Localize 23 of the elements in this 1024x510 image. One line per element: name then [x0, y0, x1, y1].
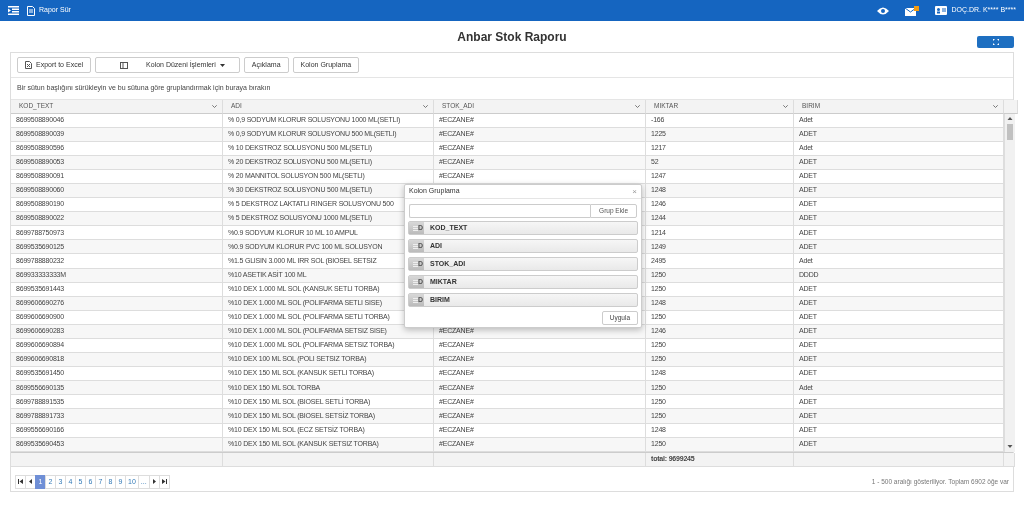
- chevron-icon[interactable]: [783, 104, 788, 108]
- chevron-icon[interactable]: [423, 104, 428, 108]
- last-page-icon: [161, 479, 167, 485]
- caret-icon: [219, 63, 225, 67]
- id-card-icon: [935, 6, 948, 15]
- close-button[interactable]: ×: [632, 187, 637, 196]
- columns-icon: [120, 61, 129, 69]
- menu-icon[interactable]: [8, 6, 19, 15]
- chevron-icon[interactable]: [635, 104, 640, 108]
- last-page-button[interactable]: [158, 474, 170, 489]
- previous-page-icon: [28, 479, 33, 485]
- expand-icon: [992, 39, 999, 45]
- first-page-icon: [18, 479, 23, 485]
- group-name-field[interactable]: [409, 204, 591, 218]
- document-icon: [27, 5, 35, 16]
- chevron-icon[interactable]: [993, 104, 998, 108]
- next-page-button[interactable]: [148, 474, 160, 489]
- excel-icon: [25, 61, 32, 69]
- mail-icon[interactable]: [905, 5, 920, 16]
- fullscreen-button[interactable]: [977, 36, 1014, 48]
- eye-icon[interactable]: [877, 6, 890, 15]
- page-title: Anbar Stok Raporu: [457, 28, 567, 46]
- chevron-icon[interactable]: [212, 104, 217, 108]
